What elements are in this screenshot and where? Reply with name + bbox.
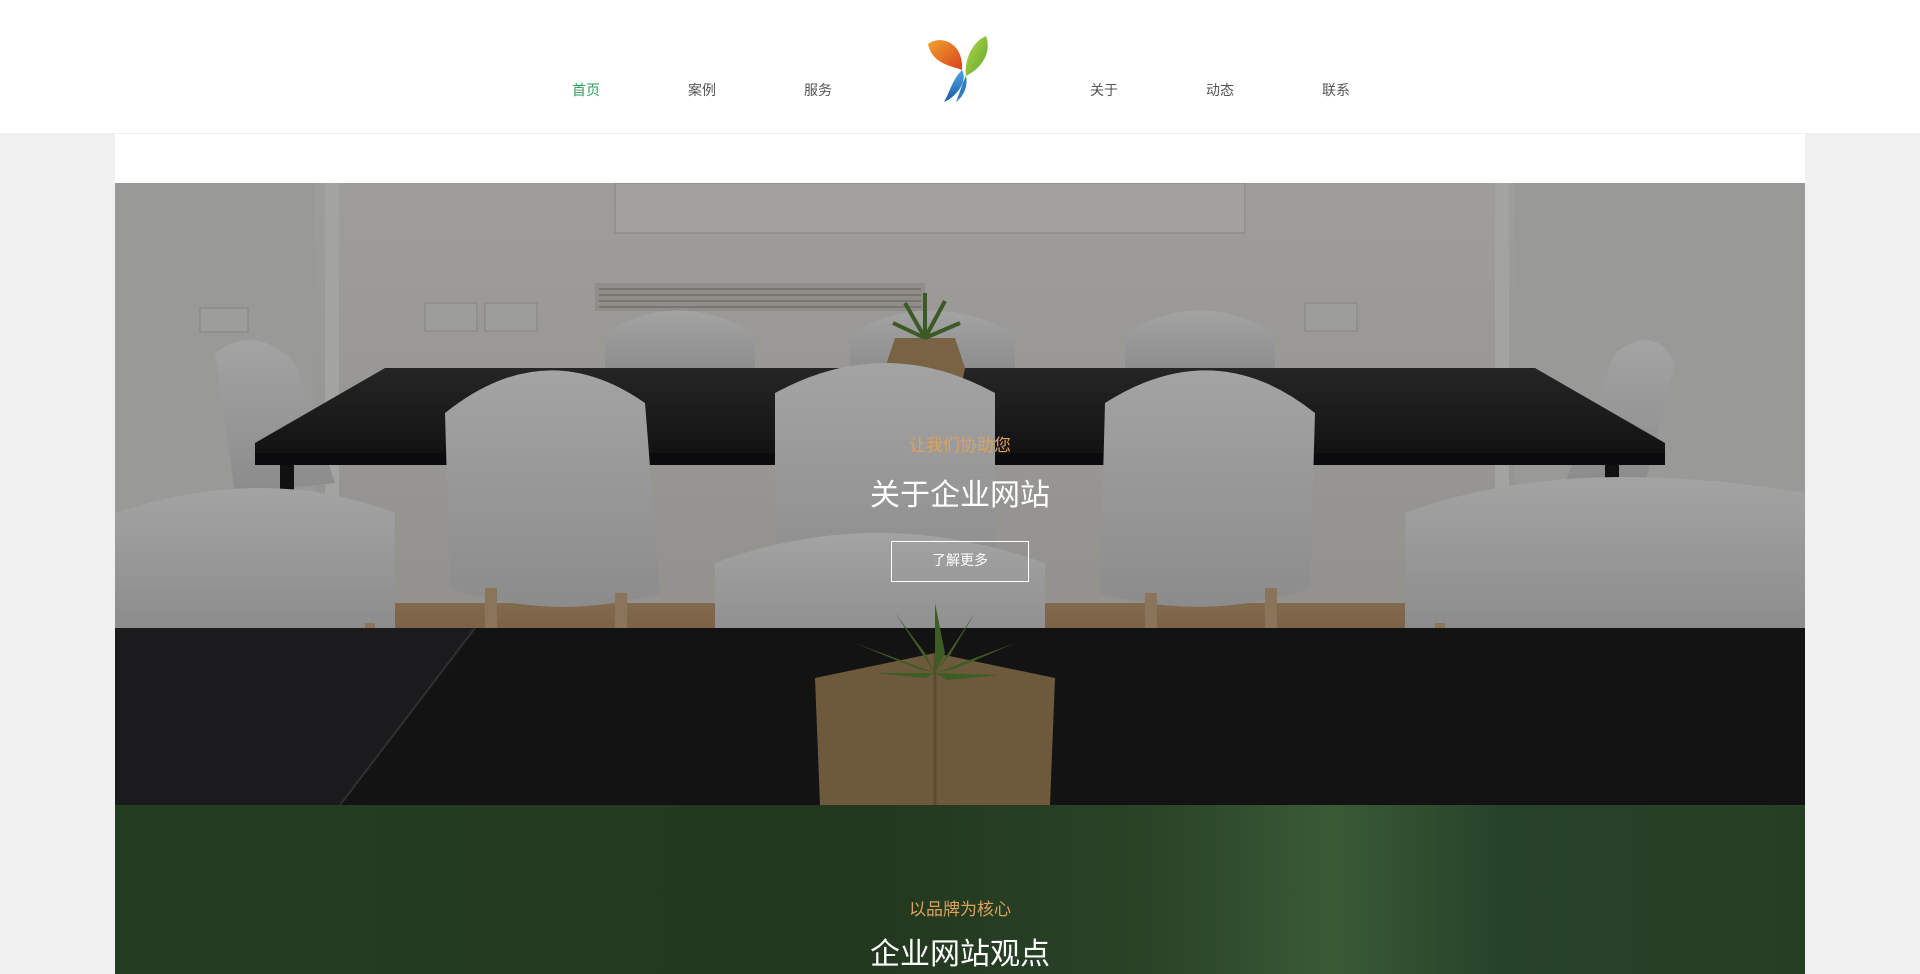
hero-title: 关于企业网站: [870, 478, 1050, 513]
brand-section-kicker: 以品牌为核心: [909, 900, 1011, 920]
nav-item-home[interactable]: 首页: [572, 80, 600, 100]
hero-kicker: 让我们协助您: [909, 436, 1011, 456]
learn-more-button[interactable]: 了解更多: [891, 541, 1029, 582]
nav-item-contact[interactable]: 联系: [1322, 80, 1350, 100]
nav-item-cases[interactable]: 案例: [688, 80, 716, 100]
nav-item-news[interactable]: 动态: [1206, 80, 1234, 100]
site-header: 首页 案例 服务 关于 动态 联系: [0, 0, 1920, 134]
main-content: 让我们协助您 关于企业网站 了解更多 以品牌为核心 企业网站观点: [115, 134, 1805, 974]
nav-item-services[interactable]: 服务: [804, 80, 832, 100]
nav-item-about[interactable]: 关于: [1090, 80, 1118, 100]
brand-section: 以品牌为核心 企业网站观点: [115, 805, 1805, 974]
leaf-logo-icon[interactable]: [922, 30, 994, 108]
brand-section-title: 企业网站观点: [870, 937, 1050, 972]
hero-content: 让我们协助您 关于企业网站 了解更多: [115, 183, 1805, 805]
hero-banner: 让我们协助您 关于企业网站 了解更多: [115, 183, 1805, 805]
